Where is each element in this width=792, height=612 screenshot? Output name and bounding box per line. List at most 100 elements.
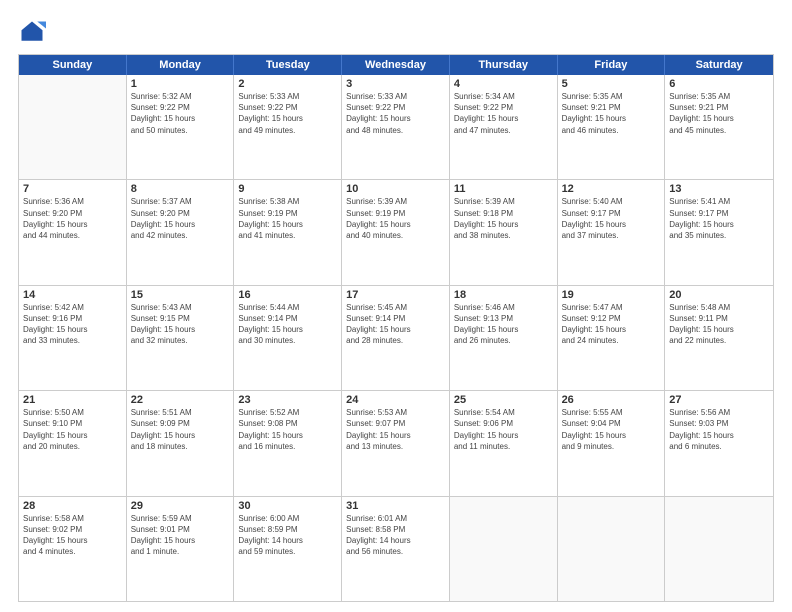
day-info: Sunrise: 5:41 AM Sunset: 9:17 PM Dayligh… — [669, 196, 769, 241]
calendar-row-3: 14Sunrise: 5:42 AM Sunset: 9:16 PM Dayli… — [19, 286, 773, 391]
day-info: Sunrise: 5:47 AM Sunset: 9:12 PM Dayligh… — [562, 302, 661, 347]
day-info: Sunrise: 5:50 AM Sunset: 9:10 PM Dayligh… — [23, 407, 122, 452]
day-number: 25 — [454, 394, 553, 406]
calendar-body: 1Sunrise: 5:32 AM Sunset: 9:22 PM Daylig… — [19, 75, 773, 601]
day-number: 18 — [454, 289, 553, 301]
day-info: Sunrise: 5:35 AM Sunset: 9:21 PM Dayligh… — [669, 91, 769, 136]
header-day-sunday: Sunday — [19, 55, 127, 75]
day-number: 30 — [238, 500, 337, 512]
header-day-tuesday: Tuesday — [234, 55, 342, 75]
day-number: 13 — [669, 183, 769, 195]
calendar-cell-day-13: 13Sunrise: 5:41 AM Sunset: 9:17 PM Dayli… — [665, 180, 773, 284]
calendar-cell-day-28: 28Sunrise: 5:58 AM Sunset: 9:02 PM Dayli… — [19, 497, 127, 601]
header-day-monday: Monday — [127, 55, 235, 75]
calendar: SundayMondayTuesdayWednesdayThursdayFrid… — [18, 54, 774, 602]
calendar-cell-day-19: 19Sunrise: 5:47 AM Sunset: 9:12 PM Dayli… — [558, 286, 666, 390]
day-info: Sunrise: 5:39 AM Sunset: 9:19 PM Dayligh… — [346, 196, 445, 241]
calendar-cell-day-30: 30Sunrise: 6:00 AM Sunset: 8:59 PM Dayli… — [234, 497, 342, 601]
calendar-cell-day-2: 2Sunrise: 5:33 AM Sunset: 9:22 PM Daylig… — [234, 75, 342, 179]
calendar-cell-empty — [450, 497, 558, 601]
day-info: Sunrise: 5:33 AM Sunset: 9:22 PM Dayligh… — [346, 91, 445, 136]
calendar-cell-day-7: 7Sunrise: 5:36 AM Sunset: 9:20 PM Daylig… — [19, 180, 127, 284]
calendar-cell-day-27: 27Sunrise: 5:56 AM Sunset: 9:03 PM Dayli… — [665, 391, 773, 495]
day-info: Sunrise: 5:52 AM Sunset: 9:08 PM Dayligh… — [238, 407, 337, 452]
day-info: Sunrise: 5:53 AM Sunset: 9:07 PM Dayligh… — [346, 407, 445, 452]
calendar-cell-day-6: 6Sunrise: 5:35 AM Sunset: 9:21 PM Daylig… — [665, 75, 773, 179]
day-number: 24 — [346, 394, 445, 406]
day-number: 15 — [131, 289, 230, 301]
day-info: Sunrise: 5:58 AM Sunset: 9:02 PM Dayligh… — [23, 513, 122, 558]
day-number: 22 — [131, 394, 230, 406]
day-info: Sunrise: 5:40 AM Sunset: 9:17 PM Dayligh… — [562, 196, 661, 241]
calendar-cell-day-31: 31Sunrise: 6:01 AM Sunset: 8:58 PM Dayli… — [342, 497, 450, 601]
day-info: Sunrise: 5:38 AM Sunset: 9:19 PM Dayligh… — [238, 196, 337, 241]
calendar-cell-day-9: 9Sunrise: 5:38 AM Sunset: 9:19 PM Daylig… — [234, 180, 342, 284]
page-header — [18, 18, 774, 46]
day-info: Sunrise: 5:42 AM Sunset: 9:16 PM Dayligh… — [23, 302, 122, 347]
day-number: 12 — [562, 183, 661, 195]
day-info: Sunrise: 5:34 AM Sunset: 9:22 PM Dayligh… — [454, 91, 553, 136]
day-info: Sunrise: 5:32 AM Sunset: 9:22 PM Dayligh… — [131, 91, 230, 136]
calendar-cell-empty — [19, 75, 127, 179]
calendar-cell-day-12: 12Sunrise: 5:40 AM Sunset: 9:17 PM Dayli… — [558, 180, 666, 284]
calendar-header: SundayMondayTuesdayWednesdayThursdayFrid… — [19, 55, 773, 75]
day-info: Sunrise: 5:36 AM Sunset: 9:20 PM Dayligh… — [23, 196, 122, 241]
day-number: 9 — [238, 183, 337, 195]
day-number: 8 — [131, 183, 230, 195]
day-number: 6 — [669, 78, 769, 90]
header-day-friday: Friday — [558, 55, 666, 75]
day-number: 2 — [238, 78, 337, 90]
day-number: 21 — [23, 394, 122, 406]
day-info: Sunrise: 5:45 AM Sunset: 9:14 PM Dayligh… — [346, 302, 445, 347]
day-number: 23 — [238, 394, 337, 406]
calendar-cell-day-21: 21Sunrise: 5:50 AM Sunset: 9:10 PM Dayli… — [19, 391, 127, 495]
header-day-wednesday: Wednesday — [342, 55, 450, 75]
day-info: Sunrise: 5:56 AM Sunset: 9:03 PM Dayligh… — [669, 407, 769, 452]
calendar-cell-empty — [558, 497, 666, 601]
day-number: 10 — [346, 183, 445, 195]
day-info: Sunrise: 5:51 AM Sunset: 9:09 PM Dayligh… — [131, 407, 230, 452]
header-day-thursday: Thursday — [450, 55, 558, 75]
day-number: 5 — [562, 78, 661, 90]
day-number: 14 — [23, 289, 122, 301]
header-day-saturday: Saturday — [665, 55, 773, 75]
day-info: Sunrise: 5:39 AM Sunset: 9:18 PM Dayligh… — [454, 196, 553, 241]
day-info: Sunrise: 5:54 AM Sunset: 9:06 PM Dayligh… — [454, 407, 553, 452]
calendar-cell-day-29: 29Sunrise: 5:59 AM Sunset: 9:01 PM Dayli… — [127, 497, 235, 601]
day-number: 26 — [562, 394, 661, 406]
calendar-cell-day-8: 8Sunrise: 5:37 AM Sunset: 9:20 PM Daylig… — [127, 180, 235, 284]
calendar-cell-empty — [665, 497, 773, 601]
day-info: Sunrise: 5:35 AM Sunset: 9:21 PM Dayligh… — [562, 91, 661, 136]
calendar-cell-day-23: 23Sunrise: 5:52 AM Sunset: 9:08 PM Dayli… — [234, 391, 342, 495]
calendar-cell-day-1: 1Sunrise: 5:32 AM Sunset: 9:22 PM Daylig… — [127, 75, 235, 179]
day-info: Sunrise: 5:46 AM Sunset: 9:13 PM Dayligh… — [454, 302, 553, 347]
calendar-cell-day-26: 26Sunrise: 5:55 AM Sunset: 9:04 PM Dayli… — [558, 391, 666, 495]
day-number: 19 — [562, 289, 661, 301]
calendar-cell-day-24: 24Sunrise: 5:53 AM Sunset: 9:07 PM Dayli… — [342, 391, 450, 495]
day-number: 17 — [346, 289, 445, 301]
day-number: 16 — [238, 289, 337, 301]
day-number: 7 — [23, 183, 122, 195]
calendar-cell-day-15: 15Sunrise: 5:43 AM Sunset: 9:15 PM Dayli… — [127, 286, 235, 390]
calendar-cell-day-20: 20Sunrise: 5:48 AM Sunset: 9:11 PM Dayli… — [665, 286, 773, 390]
day-info: Sunrise: 5:55 AM Sunset: 9:04 PM Dayligh… — [562, 407, 661, 452]
calendar-row-4: 21Sunrise: 5:50 AM Sunset: 9:10 PM Dayli… — [19, 391, 773, 496]
calendar-row-1: 1Sunrise: 5:32 AM Sunset: 9:22 PM Daylig… — [19, 75, 773, 180]
day-number: 29 — [131, 500, 230, 512]
calendar-cell-day-3: 3Sunrise: 5:33 AM Sunset: 9:22 PM Daylig… — [342, 75, 450, 179]
calendar-cell-day-14: 14Sunrise: 5:42 AM Sunset: 9:16 PM Dayli… — [19, 286, 127, 390]
day-number: 20 — [669, 289, 769, 301]
calendar-row-5: 28Sunrise: 5:58 AM Sunset: 9:02 PM Dayli… — [19, 497, 773, 601]
day-info: Sunrise: 5:48 AM Sunset: 9:11 PM Dayligh… — [669, 302, 769, 347]
logo-icon — [18, 18, 46, 46]
day-info: Sunrise: 6:00 AM Sunset: 8:59 PM Dayligh… — [238, 513, 337, 558]
day-number: 31 — [346, 500, 445, 512]
calendar-cell-day-22: 22Sunrise: 5:51 AM Sunset: 9:09 PM Dayli… — [127, 391, 235, 495]
day-info: Sunrise: 5:59 AM Sunset: 9:01 PM Dayligh… — [131, 513, 230, 558]
logo — [18, 18, 50, 46]
day-info: Sunrise: 5:43 AM Sunset: 9:15 PM Dayligh… — [131, 302, 230, 347]
calendar-cell-day-5: 5Sunrise: 5:35 AM Sunset: 9:21 PM Daylig… — [558, 75, 666, 179]
day-number: 27 — [669, 394, 769, 406]
calendar-cell-day-11: 11Sunrise: 5:39 AM Sunset: 9:18 PM Dayli… — [450, 180, 558, 284]
day-number: 3 — [346, 78, 445, 90]
